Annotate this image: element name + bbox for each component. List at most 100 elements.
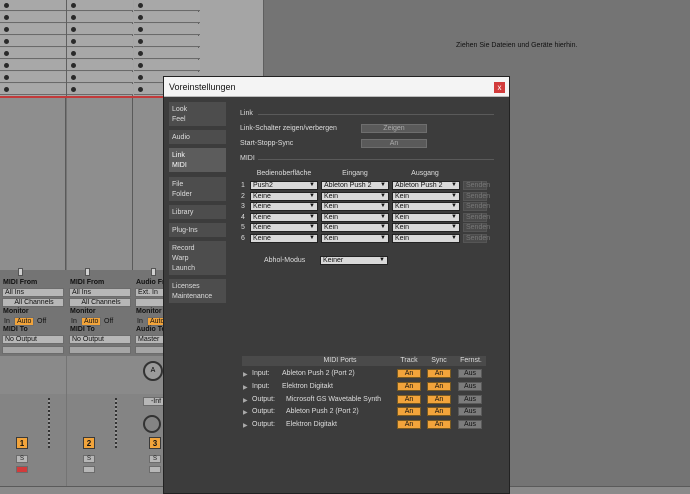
clip-slot[interactable]	[0, 24, 66, 35]
output-channel-slot[interactable]	[69, 346, 131, 354]
track-toggle[interactable]: An	[397, 394, 421, 404]
track-activator-button[interactable]: 2	[83, 437, 95, 449]
remote-toggle[interactable]: Aus	[458, 394, 482, 404]
sidebar-item-look-feel[interactable]: Look Feel	[169, 102, 226, 126]
arm-record-button[interactable]	[16, 466, 28, 473]
midi-input-dropdown[interactable]: Ableton Push 2 ▼	[321, 181, 389, 190]
input-channel-dropdown[interactable]: All Channels	[69, 298, 131, 307]
sync-toggle[interactable]: An	[427, 407, 451, 417]
clip-slot[interactable]	[67, 84, 133, 95]
clip-slot[interactable]	[67, 0, 133, 11]
pan-knob[interactable]: A	[143, 361, 163, 381]
dump-button[interactable]: Senden	[463, 191, 490, 201]
arm-record-button[interactable]	[83, 466, 95, 473]
dump-button[interactable]: Senden	[463, 212, 490, 222]
solo-button[interactable]: S	[83, 455, 95, 463]
monitor-off-button[interactable]: Off	[102, 317, 115, 326]
clip-slot[interactable]	[67, 72, 133, 83]
sidebar-item-plug-ins[interactable]: Plug-Ins	[169, 223, 226, 237]
monitor-auto-button[interactable]: Auto	[81, 317, 102, 326]
monitor-auto-button[interactable]: Auto	[14, 317, 35, 326]
expand-triangle-icon[interactable]: ▶	[243, 371, 248, 378]
clip-slot[interactable]	[67, 24, 133, 35]
clip-slot[interactable]	[134, 60, 200, 71]
clip-slot[interactable]	[67, 36, 133, 47]
clip-slot[interactable]	[134, 36, 200, 47]
expand-triangle-icon[interactable]: ▶	[243, 409, 248, 416]
sidebar-item-file-folder[interactable]: File Folder	[169, 177, 226, 201]
clip-slot[interactable]	[134, 24, 200, 35]
dump-button[interactable]: Senden	[463, 223, 490, 232]
control-surface-dropdown[interactable]: Keine ▼	[250, 212, 318, 222]
expand-triangle-icon[interactable]: ▶	[243, 384, 248, 391]
midi-output-dropdown[interactable]: Kein ▼	[392, 212, 460, 222]
control-surface-dropdown[interactable]: Keine ▼	[250, 223, 318, 232]
input-channel-dropdown[interactable]: All Channels	[2, 298, 64, 307]
track-toggle[interactable]: An	[397, 369, 421, 378]
midi-input-dropdown[interactable]: Kein ▼	[321, 212, 389, 222]
clip-slot[interactable]	[0, 12, 66, 23]
track-toggle[interactable]: An	[397, 420, 421, 430]
control-surface-dropdown[interactable]: Keine ▼	[250, 191, 318, 201]
remote-toggle[interactable]: Aus	[458, 381, 482, 391]
link-toggle-button[interactable]: Zeigen	[361, 124, 427, 133]
remote-toggle[interactable]: Aus	[458, 420, 482, 430]
track-activator-button[interactable]: 3	[149, 437, 161, 449]
sync-toggle[interactable]: An	[427, 369, 451, 378]
sidebar-item-audio[interactable]: Audio	[169, 130, 226, 144]
clip-slot[interactable]	[67, 60, 133, 71]
clip-slot[interactable]	[67, 48, 133, 59]
input-source-dropdown[interactable]: All Ins	[69, 288, 131, 297]
output-channel-slot[interactable]	[2, 346, 64, 354]
stop-button-icon[interactable]	[18, 268, 23, 276]
clip-slot[interactable]	[134, 48, 200, 59]
track-toggle[interactable]: An	[397, 381, 421, 391]
solo-button[interactable]: S	[16, 455, 28, 463]
sidebar-item-record-warp-launch[interactable]: Record Warp Launch	[169, 241, 226, 275]
expand-triangle-icon[interactable]: ▶	[243, 397, 248, 404]
clip-slot[interactable]	[0, 36, 66, 47]
dump-button[interactable]: Senden	[463, 181, 490, 190]
control-surface-dropdown[interactable]: Push2 ▼	[250, 181, 318, 190]
clip-slot[interactable]	[0, 0, 66, 11]
midi-input-dropdown[interactable]: Kein ▼	[321, 223, 389, 232]
midi-output-dropdown[interactable]: Kein ▼	[392, 191, 460, 201]
clip-slot[interactable]	[0, 60, 66, 71]
clip-slot[interactable]	[0, 48, 66, 59]
dump-button[interactable]: Senden	[463, 202, 490, 211]
sidebar-item-link-midi[interactable]: Link MIDI	[169, 148, 226, 172]
dump-button[interactable]: Senden	[463, 233, 490, 243]
sidebar-item-library[interactable]: Library	[169, 205, 226, 219]
monitor-in-button[interactable]: In	[2, 317, 12, 326]
midi-output-dropdown[interactable]: Ableton Push 2 ▼	[392, 181, 460, 190]
midi-output-dropdown[interactable]: Kein ▼	[392, 233, 460, 243]
start-stop-sync-button[interactable]: An	[361, 139, 427, 148]
clip-slot[interactable]	[0, 72, 66, 83]
midi-input-dropdown[interactable]: Kein ▼	[321, 233, 389, 243]
sync-toggle[interactable]: An	[427, 394, 451, 404]
clip-slot[interactable]	[67, 12, 133, 23]
track-activator-button[interactable]: 1	[16, 437, 28, 449]
output-target-dropdown[interactable]: No Output	[69, 335, 131, 344]
midi-output-dropdown[interactable]: Kein ▼	[392, 202, 460, 211]
monitor-in-button[interactable]: In	[69, 317, 79, 326]
sidebar-item-licenses-maintenance[interactable]: Licenses Maintenance	[169, 279, 226, 303]
clip-slot[interactable]	[0, 84, 66, 95]
midi-input-dropdown[interactable]: Kein ▼	[321, 191, 389, 201]
monitor-in-button[interactable]: In	[135, 317, 145, 326]
clip-slot[interactable]	[134, 12, 200, 23]
remote-toggle[interactable]: Aus	[458, 407, 482, 417]
stop-button-icon[interactable]	[151, 268, 156, 276]
takeover-mode-dropdown[interactable]: Keiner ▼	[320, 256, 388, 265]
control-surface-dropdown[interactable]: Keine ▼	[250, 233, 318, 243]
monitor-off-button[interactable]: Off	[35, 317, 48, 326]
sync-toggle[interactable]: An	[427, 381, 451, 391]
close-button[interactable]: x	[494, 82, 505, 93]
solo-button[interactable]: S	[149, 455, 161, 463]
sync-toggle[interactable]: An	[427, 420, 451, 430]
midi-input-dropdown[interactable]: Kein ▼	[321, 202, 389, 211]
output-target-dropdown[interactable]: No Output	[2, 335, 64, 344]
clip-slot[interactable]	[134, 0, 200, 11]
remote-toggle[interactable]: Aus	[458, 369, 482, 378]
track-toggle[interactable]: An	[397, 407, 421, 417]
